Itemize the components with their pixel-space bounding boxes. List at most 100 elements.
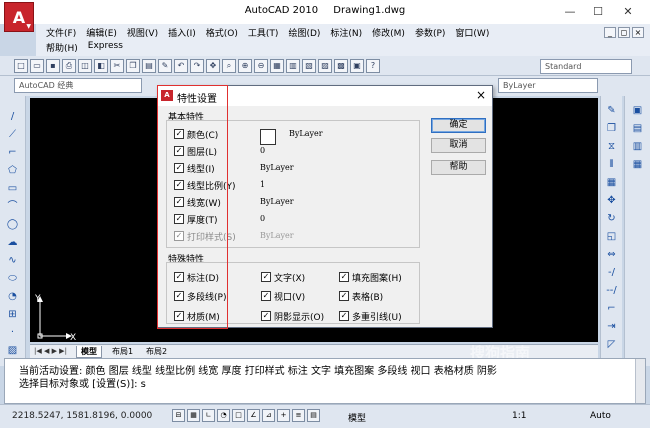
app-menu-button[interactable]: A ▼: [4, 2, 34, 32]
scale-icon[interactable]: ◱: [605, 230, 618, 243]
close-button[interactable]: ✕: [618, 4, 638, 20]
zoom-window-icon[interactable]: ⊕: [238, 59, 252, 73]
menu-item[interactable]: 绘图(D): [288, 26, 320, 40]
join-icon[interactable]: ⇥: [605, 320, 618, 333]
ok-button[interactable]: 确定: [431, 118, 486, 133]
mirror-icon[interactable]: ⧖: [605, 140, 618, 153]
tab-layout1[interactable]: 布局1: [108, 346, 137, 358]
chamfer-icon[interactable]: ◸: [605, 338, 618, 351]
hatch-icon[interactable]: ▨: [6, 344, 19, 357]
menu-item[interactable]: 插入(I): [168, 26, 196, 40]
send-to-back-icon[interactable]: ▤: [631, 122, 644, 135]
extend-icon[interactable]: --/: [605, 284, 618, 297]
arc-icon[interactable]: ⌒: [6, 200, 19, 213]
menu-item[interactable]: 标注(N): [330, 26, 362, 40]
ellipse-arc-icon[interactable]: ◔: [6, 290, 19, 303]
open-file-icon[interactable]: ▭: [30, 59, 44, 73]
tool-palettes-icon[interactable]: ▧: [302, 59, 316, 73]
workspace-select[interactable]: AutoCAD 经典: [14, 78, 142, 93]
markup-icon[interactable]: ▩: [334, 59, 348, 73]
menu-item[interactable]: 文件(F): [46, 26, 76, 40]
design-center-icon[interactable]: ▥: [286, 59, 300, 73]
insert-block-icon[interactable]: ⊞: [6, 308, 19, 321]
properties-icon[interactable]: ▦: [270, 59, 284, 73]
help-button[interactable]: 帮助: [431, 160, 486, 175]
ducs-icon[interactable]: ⊿: [262, 409, 275, 422]
model-space-button[interactable]: 模型: [348, 411, 366, 424]
spline-icon[interactable]: ∿: [6, 254, 19, 267]
zoom-previous-icon[interactable]: ⊖: [254, 59, 268, 73]
print-preview-icon[interactable]: ◫: [78, 59, 92, 73]
menu-item[interactable]: 帮助(H): [46, 41, 78, 55]
bring-to-front-icon[interactable]: ▣: [631, 104, 644, 117]
line-icon[interactable]: /: [6, 110, 19, 123]
property-checkbox[interactable]: ✓: [261, 272, 271, 282]
property-checkbox[interactable]: ✓: [261, 311, 271, 321]
maximize-button[interactable]: ☐: [588, 4, 608, 20]
menu-item[interactable]: 参数(P): [415, 26, 445, 40]
zoom-icon[interactable]: ⌕: [222, 59, 236, 73]
menu-item[interactable]: Express: [88, 41, 123, 55]
help-icon[interactable]: ?: [366, 59, 380, 73]
property-checkbox[interactable]: ✓: [261, 291, 271, 301]
otrack-icon[interactable]: ∠: [247, 409, 260, 422]
osnap-icon[interactable]: □: [232, 409, 245, 422]
special-property-row[interactable]: ✓ 表格(B): [339, 290, 383, 303]
tab-model[interactable]: 模型: [76, 346, 102, 358]
construction-line-icon[interactable]: ⟋: [6, 128, 19, 141]
cut-icon[interactable]: ✂: [110, 59, 124, 73]
property-checkbox[interactable]: ✓: [339, 311, 349, 321]
redo-icon[interactable]: ↷: [190, 59, 204, 73]
menu-item[interactable]: 编辑(E): [86, 26, 117, 40]
doc-close-button[interactable]: ×: [632, 27, 644, 38]
save-icon[interactable]: ▪: [46, 59, 60, 73]
polygon-icon[interactable]: ⬠: [6, 164, 19, 177]
copy-object-icon[interactable]: ❐: [605, 122, 618, 135]
stretch-icon[interactable]: ⇔: [605, 248, 618, 261]
bring-above-icon[interactable]: ▥: [631, 140, 644, 153]
undo-icon[interactable]: ↶: [174, 59, 188, 73]
publish-icon[interactable]: ◧: [94, 59, 108, 73]
special-property-row[interactable]: ✓ 多重引线(U): [339, 310, 402, 323]
rotate-icon[interactable]: ↻: [605, 212, 618, 225]
special-property-row[interactable]: ✓ 文字(X): [261, 271, 305, 284]
dialog-close-button[interactable]: ×: [476, 88, 486, 102]
doc-minimize-button[interactable]: _: [604, 27, 616, 38]
ellipse-icon[interactable]: ⬭: [6, 272, 19, 285]
snap-mode-icon[interactable]: ⊟: [172, 409, 185, 422]
special-property-row[interactable]: ✓ 视口(V): [261, 290, 305, 303]
menu-item[interactable]: 修改(M): [372, 26, 405, 40]
property-checkbox[interactable]: ✓: [339, 272, 349, 282]
offset-icon[interactable]: ⫴: [605, 158, 618, 171]
menu-item[interactable]: 工具(T): [248, 26, 279, 40]
break-icon[interactable]: ⌐: [605, 302, 618, 315]
revision-cloud-icon[interactable]: ☁: [6, 236, 19, 249]
lineweight-icon[interactable]: ≡: [292, 409, 305, 422]
menu-item[interactable]: 窗口(W): [455, 26, 489, 40]
text-style-select[interactable]: Standard: [540, 59, 632, 74]
menu-item[interactable]: 视图(V): [127, 26, 158, 40]
array-icon[interactable]: ▦: [605, 176, 618, 189]
special-property-row[interactable]: ✓ 填充图案(H): [339, 271, 402, 284]
special-property-row[interactable]: ✓ 阴影显示(O): [261, 310, 324, 323]
calculator-icon[interactable]: ▣: [350, 59, 364, 73]
color-control-select[interactable]: ByLayer: [498, 78, 598, 93]
polar-icon[interactable]: ◔: [217, 409, 230, 422]
quick-properties-icon[interactable]: ▤: [307, 409, 320, 422]
minimize-button[interactable]: —: [560, 4, 580, 20]
ortho-icon[interactable]: ∟: [202, 409, 215, 422]
annotation-scale[interactable]: 1:1: [512, 411, 526, 421]
paste-icon[interactable]: ▤: [142, 59, 156, 73]
send-under-icon[interactable]: ▦: [631, 158, 644, 171]
property-checkbox[interactable]: ✓: [339, 291, 349, 301]
tab-layout2[interactable]: 布局2: [142, 346, 171, 358]
move-icon[interactable]: ✥: [605, 194, 618, 207]
print-icon[interactable]: ⎙: [62, 59, 76, 73]
cancel-button[interactable]: 取消: [431, 138, 486, 153]
point-icon[interactable]: ·: [6, 326, 19, 339]
polyline-icon[interactable]: ⌐: [6, 146, 19, 159]
erase-icon[interactable]: ✎: [605, 104, 618, 117]
command-scrollbar[interactable]: [635, 359, 645, 403]
grid-icon[interactable]: ▦: [187, 409, 200, 422]
annotation-visibility[interactable]: Auto: [590, 411, 611, 421]
